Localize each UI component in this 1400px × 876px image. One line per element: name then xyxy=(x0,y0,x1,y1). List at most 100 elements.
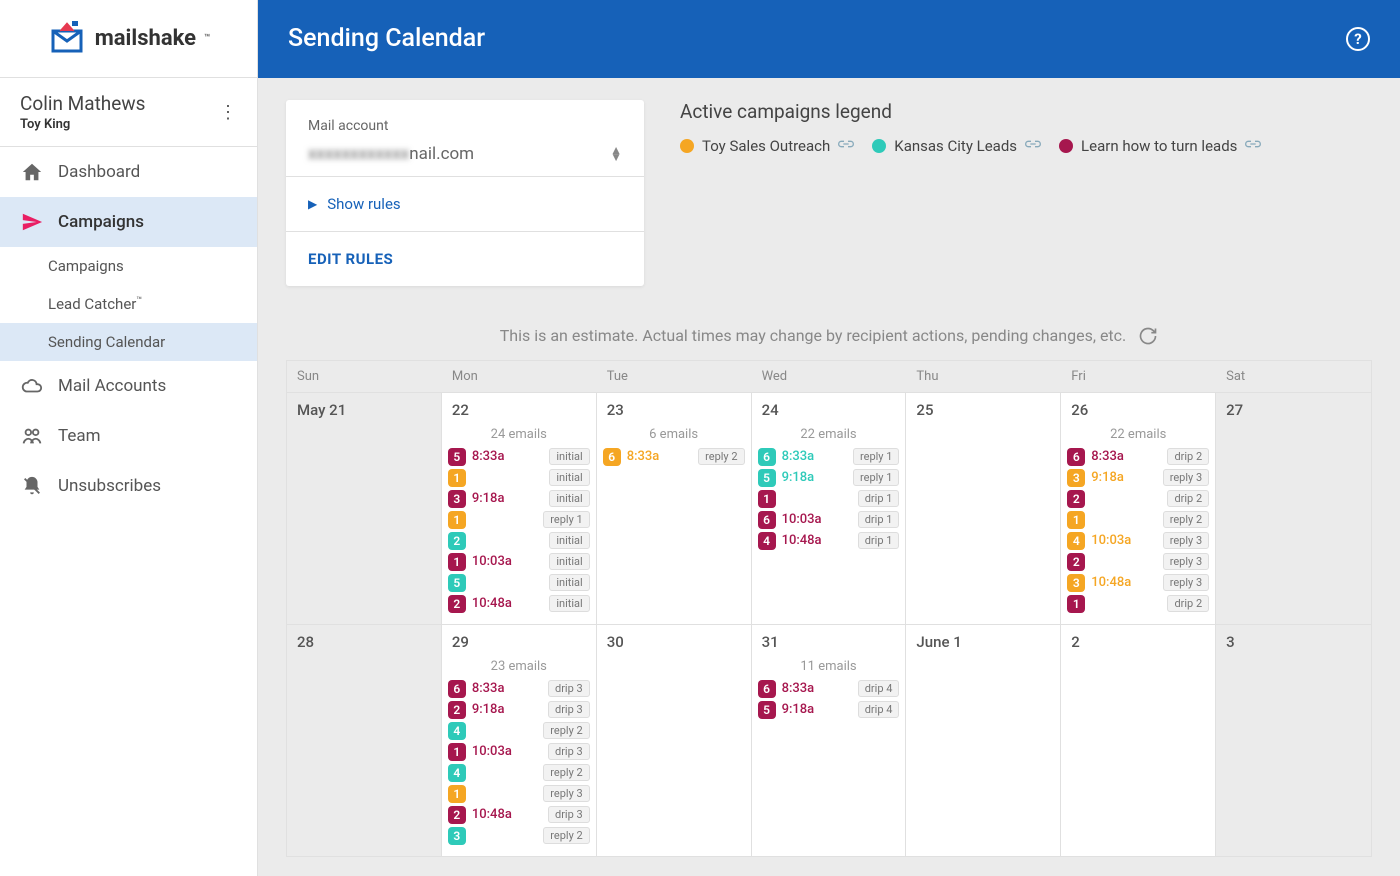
calendar-date: 29 xyxy=(442,625,596,659)
calendar-event[interactable]: 2 initial xyxy=(448,532,590,550)
event-time: 10:03a xyxy=(472,554,512,569)
calendar-event[interactable]: 1 initial xyxy=(448,469,590,487)
nav-label: Team xyxy=(58,426,101,446)
calendar-event[interactable]: 2 10:48a drip 3 xyxy=(448,806,590,824)
calendar-event[interactable]: 4 10:03a reply 3 xyxy=(1067,532,1209,550)
cloud-icon xyxy=(20,374,44,398)
nav-mail-accounts[interactable]: Mail Accounts xyxy=(0,361,257,411)
calendar-day-header: Fri xyxy=(1061,361,1216,392)
calendar-cell[interactable]: 2422 emails 6 8:33a reply 1 5 9:18a repl… xyxy=(752,392,907,624)
page-header: Sending Calendar ? xyxy=(258,0,1400,78)
event-tag: drip 4 xyxy=(858,701,900,718)
page-title: Sending Calendar xyxy=(288,24,485,53)
calendar-event[interactable]: 2 9:18a drip 3 xyxy=(448,701,590,719)
calendar-event[interactable]: 6 8:33a drip 2 xyxy=(1067,448,1209,466)
calendar-event[interactable]: 4 10:48a drip 1 xyxy=(758,532,900,550)
calendar-event[interactable]: 3 reply 2 xyxy=(448,827,590,845)
calendar-event[interactable]: 1 10:03a initial xyxy=(448,553,590,571)
mail-account-label: Mail account xyxy=(286,100,644,134)
event-time: 9:18a xyxy=(1091,470,1124,485)
help-icon[interactable]: ? xyxy=(1346,27,1370,51)
calendar-event[interactable]: 1 drip 1 xyxy=(758,490,900,508)
show-rules-toggle[interactable]: ▶ Show rules xyxy=(286,177,644,232)
calendar-event[interactable]: 6 10:03a drip 1 xyxy=(758,511,900,529)
mail-account-value: xxxxxxxxxxxx xyxy=(308,144,409,164)
calendar-cell[interactable]: 2 xyxy=(1061,624,1216,856)
nav-unsubscribes[interactable]: Unsubscribes xyxy=(0,461,257,511)
calendar-event[interactable]: 3 9:18a initial xyxy=(448,490,590,508)
calendar-cell[interactable]: 236 emails 6 8:33a reply 2 xyxy=(597,392,752,624)
kebab-menu-icon[interactable]: ⋮ xyxy=(219,102,237,123)
event-count-badge: 3 xyxy=(448,827,466,845)
link-icon[interactable] xyxy=(1025,138,1041,154)
calendar-event[interactable]: 3 10:48a reply 3 xyxy=(1067,574,1209,592)
disclaimer: This is an estimate. Actual times may ch… xyxy=(286,326,1372,346)
calendar-event[interactable]: 2 reply 3 xyxy=(1067,553,1209,571)
event-tag: reply 3 xyxy=(1163,532,1209,549)
bell-off-icon xyxy=(20,474,44,498)
event-count-badge: 3 xyxy=(448,490,466,508)
calendar-cell[interactable]: 27 xyxy=(1216,392,1371,624)
calendar-cell[interactable]: 28 xyxy=(287,624,442,856)
edit-rules-button[interactable]: EDIT RULES xyxy=(286,232,644,286)
calendar-event[interactable]: 4 reply 2 xyxy=(448,764,590,782)
calendar-event[interactable]: 1 drip 2 xyxy=(1067,595,1209,613)
nav-campaigns[interactable]: Campaigns xyxy=(0,197,257,247)
nav-team[interactable]: Team xyxy=(0,411,257,461)
logo[interactable]: mailshake™ xyxy=(0,0,257,78)
calendar-cell[interactable]: 3 xyxy=(1216,624,1371,856)
calendar-cell[interactable]: 2622 emails 6 8:33a drip 2 3 9:18a reply… xyxy=(1061,392,1216,624)
calendar-event[interactable]: 6 8:33a reply 2 xyxy=(603,448,745,466)
calendar-event[interactable]: 5 8:33a initial xyxy=(448,448,590,466)
event-time: 10:48a xyxy=(472,596,512,611)
legend-item[interactable]: Toy Sales Outreach xyxy=(680,137,854,155)
calendar-cell[interactable]: June 1 xyxy=(906,624,1061,856)
calendar-cell[interactable]: May 21 xyxy=(287,392,442,624)
mail-account-select[interactable]: xxxxxxxxxxxxnail.com ▲▼ xyxy=(286,134,644,177)
calendar-event[interactable]: 1 reply 2 xyxy=(1067,511,1209,529)
calendar-event[interactable]: 5 initial xyxy=(448,574,590,592)
legend-item[interactable]: Learn how to turn leads xyxy=(1059,137,1261,155)
link-icon[interactable] xyxy=(838,138,854,154)
calendar-summary: 22 emails xyxy=(1061,427,1215,442)
event-tag: reply 2 xyxy=(543,827,589,844)
calendar-event[interactable]: 6 8:33a drip 3 xyxy=(448,680,590,698)
calendar-event[interactable]: 6 8:33a drip 4 xyxy=(758,680,900,698)
calendar-cell[interactable]: 3111 emails 6 8:33a drip 4 5 9:18a drip … xyxy=(752,624,907,856)
refresh-icon[interactable] xyxy=(1138,326,1158,346)
calendar-event[interactable]: 3 9:18a reply 3 xyxy=(1067,469,1209,487)
calendar-event[interactable]: 4 reply 2 xyxy=(448,722,590,740)
calendar-day-header: Thu xyxy=(906,361,1061,392)
calendar-event[interactable]: 6 8:33a reply 1 xyxy=(758,448,900,466)
event-time: 10:03a xyxy=(472,744,512,759)
legend-section: Active campaigns legend Toy Sales Outrea… xyxy=(680,100,1372,286)
calendar-event[interactable]: 2 drip 2 xyxy=(1067,490,1209,508)
event-count-badge: 1 xyxy=(448,553,466,571)
legend-label: Kansas City Leads xyxy=(894,137,1017,155)
subnav-sending-calendar[interactable]: Sending Calendar xyxy=(0,323,257,361)
calendar-event[interactable]: 5 9:18a drip 4 xyxy=(758,701,900,719)
legend-item[interactable]: Kansas City Leads xyxy=(872,137,1041,155)
calendar-event[interactable]: 1 10:03a drip 3 xyxy=(448,743,590,761)
legend-label: Toy Sales Outreach xyxy=(702,137,830,155)
calendar-event[interactable]: 2 10:48a initial xyxy=(448,595,590,613)
calendar-event[interactable]: 5 9:18a reply 1 xyxy=(758,469,900,487)
home-icon xyxy=(20,160,44,184)
calendar-event[interactable]: 1 reply 1 xyxy=(448,511,590,529)
calendar-cell[interactable]: 2224 emails 5 8:33a initial 1 initial 3 … xyxy=(442,392,597,624)
calendar-date: 26 xyxy=(1061,393,1215,427)
calendar-cell[interactable]: 25 xyxy=(906,392,1061,624)
mailshake-logo-icon xyxy=(47,19,87,59)
calendar-cell[interactable]: 30 xyxy=(597,624,752,856)
subnav-campaigns[interactable]: Campaigns xyxy=(0,247,257,285)
profile-name: Colin Mathews xyxy=(20,92,145,115)
calendar-event[interactable]: 1 reply 3 xyxy=(448,785,590,803)
event-count-badge: 1 xyxy=(448,469,466,487)
calendar-cell[interactable]: 2923 emails 6 8:33a drip 3 2 9:18a drip … xyxy=(442,624,597,856)
subnav-lead-catcher[interactable]: Lead Catcher™ xyxy=(0,285,257,323)
nav-dashboard[interactable]: Dashboard xyxy=(0,147,257,197)
event-count-badge: 1 xyxy=(448,511,466,529)
link-icon[interactable] xyxy=(1245,138,1261,154)
event-count-badge: 6 xyxy=(758,511,776,529)
event-count-badge: 6 xyxy=(758,680,776,698)
